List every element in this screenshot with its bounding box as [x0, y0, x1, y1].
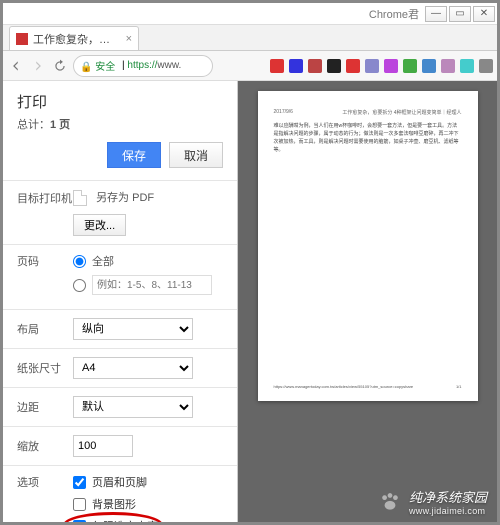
selection-only-checkbox[interactable] [73, 520, 86, 522]
watermark-url: www.jidaimei.com [409, 506, 487, 516]
browser-tab[interactable]: 工作愈复杂，愈要拆 × [9, 26, 139, 50]
lock-icon: 🔒 安全 [80, 58, 115, 73]
extension-icon[interactable] [327, 59, 341, 73]
margin-select[interactable]: 默认 [73, 396, 193, 418]
background-checkbox[interactable] [73, 498, 86, 511]
address-bar: 🔒 安全 | https://www. [3, 51, 497, 81]
url-host: www. [157, 60, 181, 71]
extension-icon[interactable] [422, 59, 436, 73]
print-preview-area: 2017/9/6 工作愈复杂，愈要拆分 4种框架让问题变简单｜经理人 难以应酬咁… [238, 81, 497, 522]
layout-select[interactable]: 纵向 [73, 318, 193, 340]
window-close-button[interactable]: ✕ [473, 6, 495, 22]
headers-checkbox[interactable] [73, 476, 86, 489]
pages-range-radio[interactable] [73, 279, 86, 292]
margin-label: 边距 [17, 399, 73, 415]
selection-only-label: 仅限选定内容 [92, 518, 158, 522]
scale-label: 缩放 [17, 438, 73, 454]
background-label: 背景图形 [92, 496, 136, 512]
change-destination-button[interactable]: 更改... [73, 214, 126, 236]
extension-icon[interactable] [460, 59, 474, 73]
extension-icon[interactable] [403, 59, 417, 73]
extension-icon[interactable] [441, 59, 455, 73]
window-maximize-button[interactable]: ▭ [449, 6, 471, 22]
pages-label: 页码 [17, 253, 73, 269]
preview-footer-url: https://www.managertoday.com.tw/articles… [274, 384, 414, 389]
tab-strip: 工作愈复杂，愈要拆 × [3, 25, 497, 51]
window-titlebar: Chrome君 — ▭ ✕ [3, 3, 497, 25]
paw-icon [377, 489, 403, 515]
preview-page-number: 1/1 [456, 384, 462, 389]
layout-label: 布局 [17, 321, 73, 337]
options-label: 选项 [17, 474, 73, 490]
destination-value: 另存为 PDF [96, 192, 154, 204]
watermark: 纯净系统家园 www.jidaimei.com [377, 487, 487, 516]
save-button[interactable]: 保存 [107, 142, 161, 168]
cancel-button[interactable]: 取消 [169, 142, 223, 168]
pdf-icon [73, 190, 87, 206]
pages-all-radio[interactable] [73, 255, 86, 268]
preview-page: 2017/9/6 工作愈复杂，愈要拆分 4种框架让问题变简单｜经理人 难以应酬咁… [258, 91, 478, 401]
nav-back-button[interactable] [7, 57, 25, 75]
headers-label: 页眉和页脚 [92, 474, 147, 490]
print-total: 总计：1 页 [3, 116, 237, 142]
paper-select[interactable]: A4 [73, 357, 193, 379]
extension-icon[interactable] [270, 59, 284, 73]
extension-icon[interactable] [289, 59, 303, 73]
print-panel: 打印 总计：1 页 保存 取消 目标打印机 另存为 PDF 更改... [3, 81, 238, 522]
window-minimize-button[interactable]: — [425, 6, 447, 22]
preview-header-title: 工作愈复杂，愈要拆分 4种框架让问题变简单｜经理人 [342, 109, 461, 116]
paper-label: 纸张尺寸 [17, 360, 73, 376]
preview-date: 2017/9/6 [274, 109, 293, 116]
url-scheme: https:// [127, 60, 157, 71]
extension-icon[interactable] [308, 59, 322, 73]
nav-forward-button[interactable] [29, 57, 47, 75]
extension-icon[interactable] [346, 59, 360, 73]
watermark-brand: 纯净系统家园 [409, 487, 487, 506]
destination-label: 目标打印机 [17, 190, 73, 206]
scale-input[interactable] [73, 435, 133, 457]
url-input[interactable]: 🔒 安全 | https://www. [73, 55, 213, 77]
extension-icons [270, 59, 493, 73]
pages-all-label: 全部 [92, 253, 114, 269]
window-app-title: Chrome君 [369, 6, 425, 22]
print-title: 打印 [3, 81, 237, 116]
preview-body: 难以应酬咁为例，当人们在用w杯咖啡时，会想要一套方法，但是要一套工具。方法是指解… [274, 122, 462, 154]
extension-icon[interactable] [479, 59, 493, 73]
extension-icon[interactable] [384, 59, 398, 73]
pages-range-input[interactable] [92, 275, 212, 295]
tab-favicon-icon [16, 33, 28, 45]
tab-close-icon[interactable]: × [126, 33, 132, 45]
tab-title: 工作愈复杂，愈要拆 [33, 31, 120, 47]
extension-icon[interactable] [365, 59, 379, 73]
nav-reload-button[interactable] [51, 57, 69, 75]
